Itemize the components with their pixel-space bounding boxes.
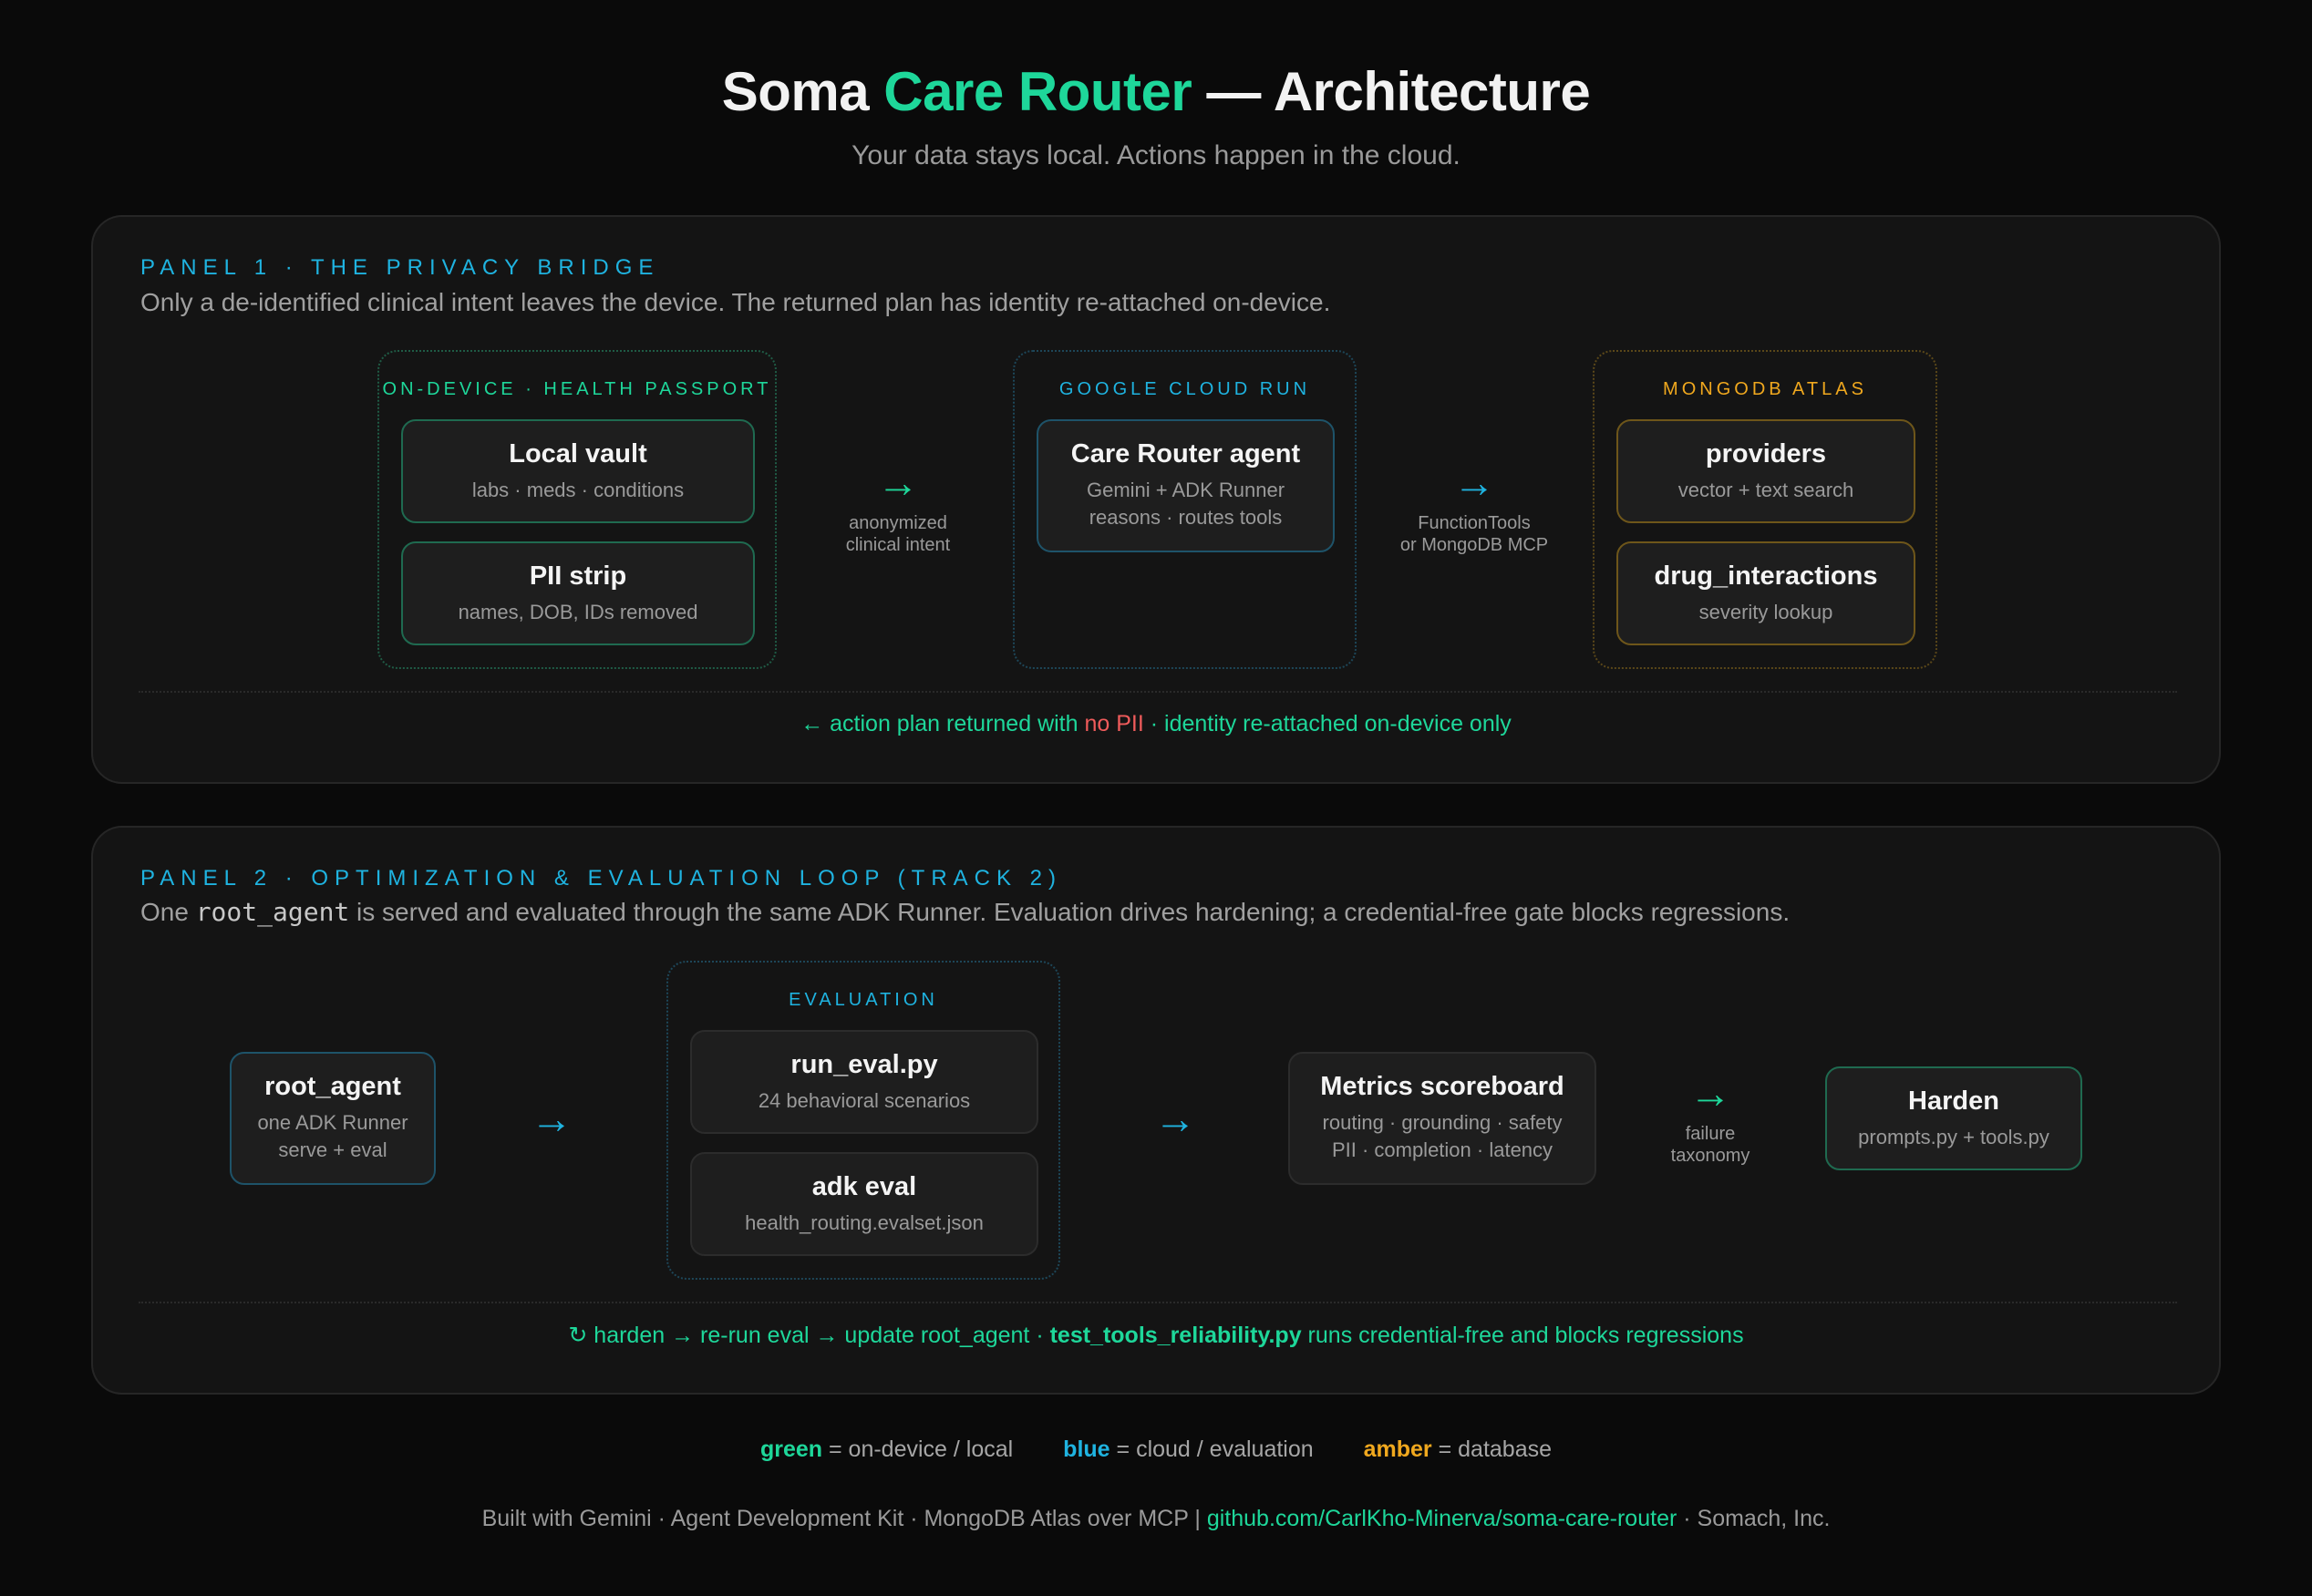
card-subtitle: prompts.py + tools.py [1858, 1126, 2049, 1148]
group-evaluation-label: EVALUATION [789, 990, 938, 1010]
arrow-right-icon: → [877, 458, 919, 506]
group-on-device-label: ON-DEVICE · HEALTH PASSPORT [382, 379, 772, 399]
card-drug-interactions: drug_interactions severity lookup [1616, 541, 1915, 645]
card-root-agent: root_agent one ADK Runner serve + eval [230, 1052, 436, 1185]
group-atlas-label: MONGODB ATLAS [1663, 379, 1867, 399]
card-subtitle: serve + eval [278, 1138, 387, 1161]
panel-2-label: PANEL 2 · OPTIMIZATION & EVALUATION LOOP… [140, 866, 1063, 891]
card-adk-eval: adk eval health_routing.evalset.json [690, 1152, 1038, 1256]
panel-2-divider [139, 1302, 2177, 1303]
panel-2-description: One root_agent is served and evaluated t… [140, 897, 1791, 927]
legend-item-green: green = on-device / local [759, 1436, 1014, 1462]
card-subtitle: 24 behavioral scenarios [758, 1089, 971, 1112]
panel-1-footnote: ← action plan returned with no PII · ide… [800, 711, 1512, 736]
test-file-highlight: test_tools_reliability.py [1049, 1323, 1302, 1348]
group-mongodb-atlas: MONGODB ATLAS providers vector + text se… [1593, 350, 1937, 669]
panel-optimization-loop: PANEL 2 · OPTIMIZATION & EVALUATION LOOP… [91, 826, 2221, 1395]
card-harden: Harden prompts.py + tools.py [1825, 1066, 2082, 1170]
arrow-caption-failure-taxonomy: failure taxonomy [1670, 1124, 1750, 1166]
card-title: Metrics scoreboard [1320, 1072, 1564, 1101]
card-title: PII strip [529, 561, 627, 591]
github-link[interactable]: github.com/CarlKho-Minerva/soma-care-rou… [1207, 1506, 1677, 1531]
card-subtitle: PII · completion · latency [1331, 1138, 1553, 1161]
card-providers: providers vector + text search [1616, 419, 1915, 523]
card-subtitle: names, DOB, IDs removed [458, 601, 698, 623]
arrow-right-icon: → [1154, 1095, 1196, 1142]
card-title: Care Router agent [1070, 439, 1301, 469]
panel-1-description: Only a de-identified clinical intent lea… [140, 288, 1331, 316]
arrow-caption-anonymized: anonymized clinical intent [845, 513, 951, 555]
card-subtitle: severity lookup [1698, 601, 1833, 623]
panel-2-footnote: ↻ harden → re-run eval → update root_age… [568, 1323, 1744, 1348]
card-care-router-agent: Care Router agent Gemini + ADK Runner re… [1037, 419, 1335, 552]
page-footer: Built with Gemini · Agent Development Ki… [481, 1506, 1831, 1531]
page-subtitle: Your data stays local. Actions happen in… [852, 140, 1460, 170]
card-subtitle: vector + text search [1677, 479, 1854, 501]
card-subtitle: routing · grounding · safety [1322, 1111, 1563, 1134]
color-legend: green = on-device / local blue = cloud /… [0, 1436, 2312, 1463]
card-subtitle: labs · meds · conditions [471, 479, 685, 501]
legend-item-amber: amber = database [1363, 1436, 1553, 1462]
page-title: Soma Care Router — Architecture [721, 61, 1591, 122]
card-title: run_eval.py [790, 1050, 938, 1079]
card-metrics-scoreboard: Metrics scoreboard routing · grounding ·… [1288, 1052, 1596, 1185]
card-subtitle: health_routing.evalset.json [745, 1211, 984, 1234]
arrow-right-icon: → [531, 1095, 573, 1142]
no-pii-highlight: no PII [1084, 711, 1144, 736]
group-evaluation: EVALUATION run_eval.py 24 behavioral sce… [666, 961, 1060, 1280]
card-title: root_agent [264, 1072, 401, 1101]
legend-item-blue: blue = cloud / evaluation [1063, 1436, 1314, 1462]
group-cloud-label: GOOGLE CLOUD RUN [1058, 379, 1311, 399]
group-on-device: ON-DEVICE · HEALTH PASSPORT Local vault … [377, 350, 777, 669]
card-title: providers [1705, 439, 1827, 469]
root-agent-code: root_agent [195, 897, 350, 927]
card-local-vault: Local vault labs · meds · conditions [401, 419, 755, 523]
card-subtitle: reasons · routes tools [1089, 506, 1283, 529]
arrow-right-icon: → [1453, 458, 1495, 506]
title-accent: Care Router [883, 61, 1192, 122]
arrow-right-icon: → [1689, 1069, 1731, 1117]
card-title: Local vault [509, 439, 647, 469]
card-title: Harden [1908, 1086, 1999, 1116]
group-google-cloud-run: GOOGLE CLOUD RUN Care Router agent Gemin… [1013, 350, 1357, 669]
panel-privacy-bridge: PANEL 1 · THE PRIVACY BRIDGE Only a de-i… [91, 215, 2221, 784]
card-title: adk eval [811, 1172, 917, 1201]
card-pii-strip: PII strip names, DOB, IDs removed [401, 541, 755, 645]
card-subtitle: one ADK Runner [257, 1111, 408, 1134]
arrow-caption-functiontools: FunctionTools or MongoDB MCP [1399, 513, 1549, 555]
card-subtitle: Gemini + ADK Runner [1086, 479, 1285, 501]
card-title: drug_interactions [1654, 561, 1878, 591]
card-run-eval: run_eval.py 24 behavioral scenarios [690, 1030, 1038, 1134]
panel-1-divider [139, 691, 2177, 693]
panel-1-label: PANEL 1 · THE PRIVACY BRIDGE [140, 255, 660, 280]
architecture-page: Soma Care Router — Architecture Your dat… [0, 0, 2312, 1596]
